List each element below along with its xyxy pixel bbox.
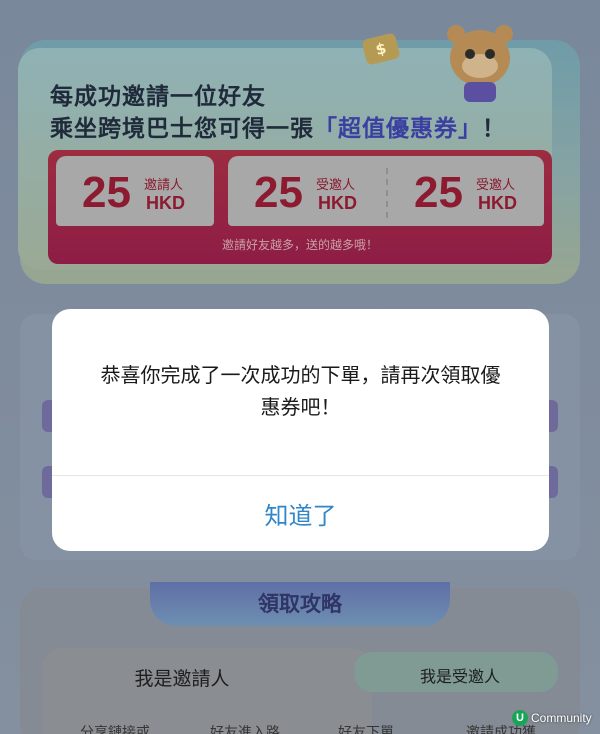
strategy-title: 領取攻略	[258, 592, 342, 616]
reward-amount-1: 25	[82, 168, 131, 217]
reward-amount-2: 25	[254, 168, 303, 217]
step-label-2: 好友進入路	[210, 725, 280, 734]
reward-note: 邀請好友越多，送的越多哦！	[221, 238, 378, 252]
community-watermark: U Community	[512, 708, 598, 728]
reward-label-1: 邀請人	[144, 178, 184, 193]
reward-unit-3: HKD	[478, 193, 517, 213]
dialog-message: 恭喜你完成了一次成功的下單，請再次領取優惠券吧！	[100, 363, 501, 419]
step-label-1: 分享鏈接或	[80, 725, 150, 734]
promo-subheadline-prefix: 乘坐跨境巴士您可得一張	[50, 116, 314, 142]
reward-amount-3: 25	[414, 168, 463, 217]
reward-unit-1: HKD	[146, 193, 185, 213]
tab-invitee-label: 我是受邀人	[419, 667, 500, 686]
success-dialog: 恭喜你完成了一次成功的下單，請再次領取優惠券吧！ 知道了	[52, 309, 549, 551]
promo-coupon-highlight: 「超值優惠券」	[314, 116, 482, 142]
bear-mascot-icon	[447, 25, 513, 102]
reward-label-2: 受邀人	[316, 178, 356, 193]
watermark-text: Community	[531, 711, 592, 725]
promo-subheadline-suffix: ！	[482, 116, 506, 142]
u-logo-icon: U	[512, 710, 528, 726]
step-label-3: 好友下單	[338, 725, 394, 734]
reward-divider	[386, 168, 388, 218]
promo-subheadline: 乘坐跨境巴士您可得一張「超值優惠券」！	[50, 109, 506, 143]
reward-box-inviter	[56, 156, 214, 226]
promo-headline: 每成功邀請一位好友	[50, 84, 266, 110]
dialog-ok-button[interactable]: 知道了	[52, 476, 549, 551]
reward-unit-2: HKD	[318, 193, 357, 213]
reward-label-3: 受邀人	[476, 178, 516, 193]
tab-inviter-label: 我是邀請人	[134, 668, 230, 690]
